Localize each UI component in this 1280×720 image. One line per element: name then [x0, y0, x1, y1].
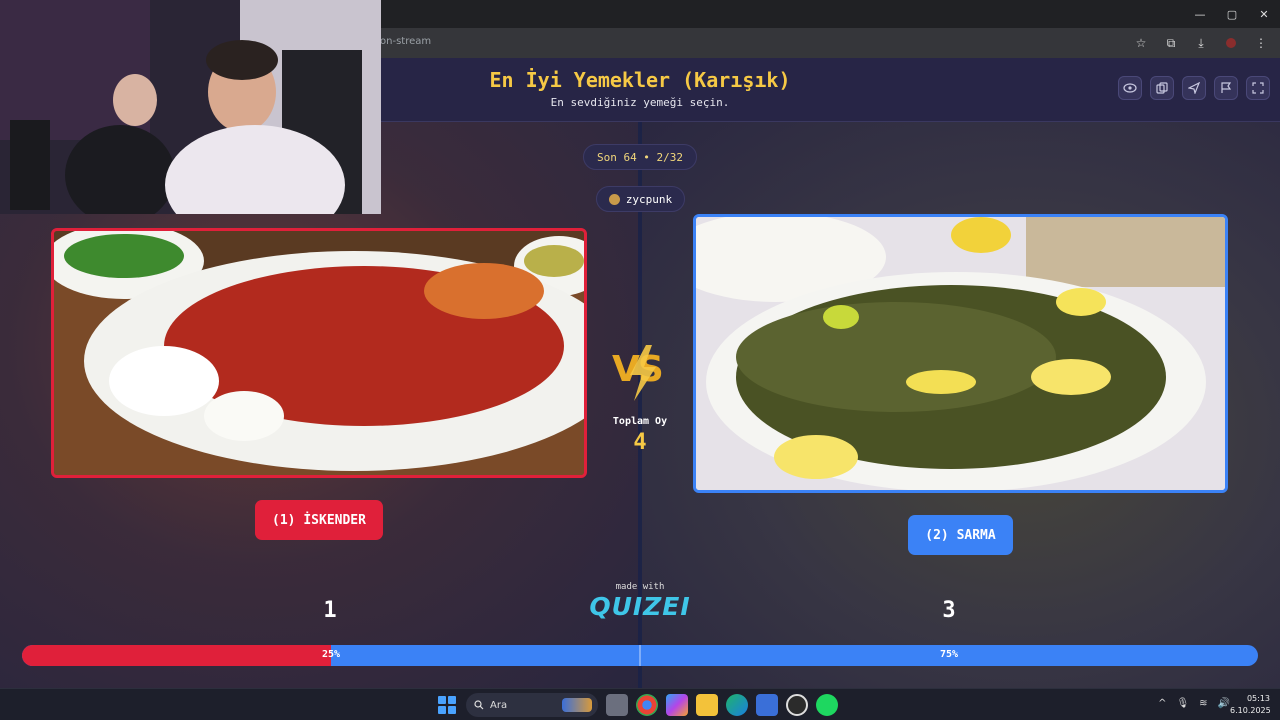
option-2-image[interactable] [693, 214, 1228, 493]
clock-time: 05:13 [1246, 694, 1270, 703]
round-badge: Son 64 • 2/32 [583, 144, 697, 170]
copilot-icon[interactable] [666, 694, 688, 716]
vs-badge: VS [604, 343, 676, 403]
close-icon[interactable]: ✕ [1248, 0, 1280, 28]
spotify-icon[interactable] [816, 694, 838, 716]
folder-icon[interactable] [696, 694, 718, 716]
file-explorer-icon[interactable] [606, 694, 628, 716]
user-badge: zycpunk [596, 186, 685, 212]
maximize-icon[interactable]: ▢ [1216, 0, 1248, 28]
option-1-vote-count: 1 [323, 598, 337, 623]
wifi-icon[interactable]: ≋ [1199, 698, 1207, 709]
progress-midline [639, 645, 641, 666]
option-1-progress-fill [22, 645, 331, 666]
obs-icon[interactable] [786, 694, 808, 716]
vote-progress-bar: 25% 75% [22, 645, 1258, 666]
clock-date: 6.10.2025 [1230, 706, 1271, 715]
page-subtitle: En sevdiğiniz yemeği seçin. [550, 96, 730, 109]
edge-icon[interactable] [726, 694, 748, 716]
download-icon[interactable]: ⤓ [1188, 33, 1214, 53]
toolbar-icons: ☆ ⧉ ⤓ ⋮ [1128, 33, 1274, 53]
fullscreen-icon[interactable] [1246, 76, 1270, 100]
system-tray: ^ 🎙 ≋ 🔊 [1158, 698, 1230, 709]
option-1-percent: 25% [321, 649, 341, 660]
star-icon[interactable]: ☆ [1128, 33, 1154, 53]
search-icon [474, 700, 484, 710]
taskbar-clock[interactable]: 05:13 6.10.2025 [1230, 693, 1271, 717]
flag-icon[interactable] [1214, 76, 1238, 100]
url-text[interactable]: on-stream [380, 36, 431, 47]
windows-start-icon[interactable] [436, 694, 458, 716]
store-icon[interactable] [756, 694, 778, 716]
user-avatar [608, 193, 620, 205]
copy-icon[interactable] [1150, 76, 1174, 100]
minimize-icon[interactable]: — [1184, 0, 1216, 28]
iskender-photo [54, 231, 584, 475]
option-2-button[interactable]: (2) SARMA [908, 515, 1013, 555]
webcam-feed [0, 0, 381, 214]
option-2-vote-count: 3 [942, 598, 956, 623]
volume-icon[interactable]: 🔊 [1218, 698, 1230, 709]
search-placeholder: Ara [490, 699, 508, 711]
option-2-percent: 75% [939, 649, 959, 660]
search-highlight-image [562, 698, 592, 712]
webcam-overlay [0, 0, 381, 214]
send-icon[interactable] [1182, 76, 1206, 100]
made-with-label: made with [615, 582, 665, 592]
user-name: zycpunk [625, 192, 673, 206]
profile-avatar[interactable] [1226, 38, 1236, 48]
sarma-photo [696, 217, 1225, 490]
taskbar-search[interactable]: Ara [466, 693, 598, 717]
chrome-icon[interactable] [636, 694, 658, 716]
menu-icon[interactable]: ⋮ [1248, 33, 1274, 53]
header-actions [1118, 76, 1270, 100]
total-votes-value: 4 [633, 430, 647, 455]
chevron-up-icon[interactable]: ^ [1158, 698, 1166, 709]
page-title: En İyi Yemekler (Karışık) [489, 68, 791, 92]
lightning-icon [630, 345, 656, 401]
extensions-icon[interactable]: ⧉ [1158, 33, 1184, 53]
window-controls: — ▢ ✕ [1184, 0, 1280, 28]
option-1-image[interactable] [51, 228, 587, 478]
total-votes-label: Toplam Oy [612, 416, 668, 427]
option-1-button[interactable]: (1) İSKENDER [255, 500, 383, 540]
eye-icon[interactable] [1118, 76, 1142, 100]
taskbar-center: Ara [436, 693, 838, 717]
microphone-icon[interactable]: 🎙 [1176, 698, 1189, 709]
brand-logo[interactable]: QUIZEI [570, 592, 710, 621]
windows-taskbar: Ara ^ 🎙 ≋ 🔊 05:13 6.10.2025 [0, 688, 1280, 720]
